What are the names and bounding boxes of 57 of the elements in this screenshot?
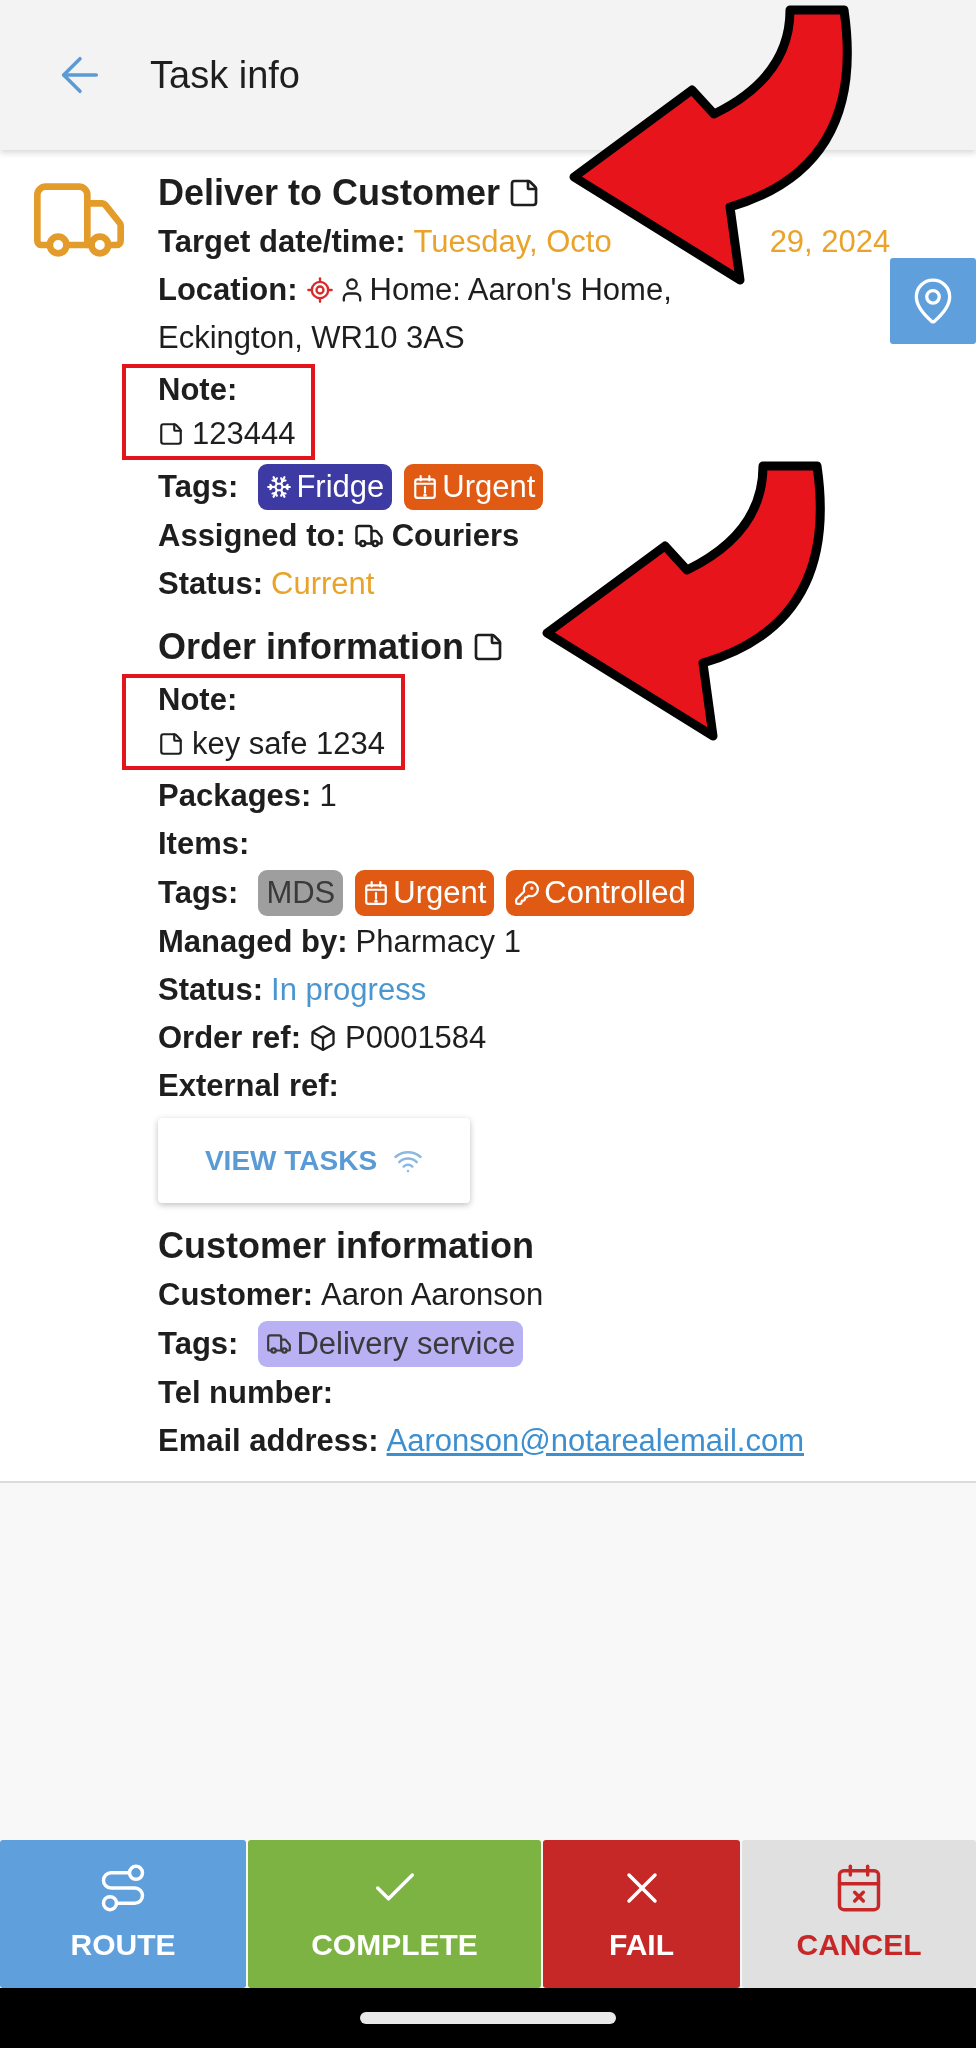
- note-icon: [158, 731, 184, 757]
- tag: Urgent: [404, 464, 544, 510]
- truck-icon: [266, 1331, 293, 1357]
- key-icon: [514, 880, 541, 906]
- tag: Delivery service: [258, 1321, 524, 1367]
- target-icon: [305, 276, 334, 304]
- assigned-value: Couriers: [391, 516, 520, 555]
- field-label: Tel number:: [158, 1373, 334, 1412]
- field-label: Tags:: [158, 467, 239, 506]
- section-title: Customer information: [158, 1224, 534, 1268]
- field-label: Email address:: [158, 1421, 379, 1460]
- email-link[interactable]: Aaronson@notarealemail.com: [386, 1417, 804, 1465]
- cancel-button[interactable]: CANCEL: [742, 1840, 976, 1988]
- field-label: External ref:: [158, 1066, 339, 1105]
- date-value: 29, 2024: [769, 222, 891, 261]
- section-title: Order information: [158, 625, 465, 669]
- note-icon: [158, 421, 184, 447]
- fail-button[interactable]: FAIL: [543, 1840, 740, 1988]
- field-label: Tags:: [158, 873, 239, 912]
- box-icon: [309, 1024, 337, 1052]
- calendar-alert-icon: [412, 474, 439, 500]
- map-button[interactable]: [890, 258, 976, 344]
- field-value: Pharmacy 1: [355, 922, 521, 961]
- field-label: Items:: [158, 824, 250, 863]
- location-value: Home: Aaron's Home,: [369, 270, 672, 309]
- tag: Urgent: [355, 870, 495, 916]
- location-value: Eckington, WR10 3AS: [158, 319, 465, 357]
- field-label: Target date/time:: [158, 222, 406, 261]
- status-value: Current: [271, 564, 375, 603]
- field-label: Location:: [158, 270, 298, 309]
- field-label: Packages:: [158, 776, 312, 815]
- tag: MDS: [258, 870, 344, 916]
- field-label: Status:: [158, 564, 264, 603]
- order-ref-value: P0001584: [345, 1018, 487, 1057]
- field-value: Aaron Aaronson: [321, 1275, 544, 1314]
- field-label: Assigned to:: [158, 516, 346, 555]
- status-value: In progress: [271, 970, 427, 1009]
- route-button[interactable]: ROUTE: [0, 1840, 246, 1988]
- field-label: Order ref:: [158, 1018, 301, 1057]
- snowflake-icon: [266, 474, 293, 500]
- field-label: Customer:: [158, 1275, 313, 1314]
- field-label: Tags:: [158, 1324, 239, 1363]
- tag: Controlled: [506, 870, 694, 916]
- note-text: key safe 1234: [192, 724, 386, 763]
- field-label: Note:: [158, 370, 238, 409]
- field-label: Managed by:: [158, 922, 348, 961]
- view-tasks-button[interactable]: VIEW TASKS: [158, 1118, 470, 1203]
- tag: Fridge: [258, 464, 393, 510]
- field-value: 1: [319, 776, 337, 815]
- calendar-alert-icon: [363, 880, 390, 906]
- date-value: Tuesday, Octo: [413, 222, 612, 261]
- field-label: Status:: [158, 970, 264, 1009]
- section-title: Deliver to Customer: [158, 171, 501, 215]
- complete-button[interactable]: COMPLETE: [248, 1840, 541, 1988]
- field-label: Note:: [158, 680, 238, 719]
- page-title: Task info: [150, 52, 300, 98]
- note-text: 123444: [192, 414, 296, 453]
